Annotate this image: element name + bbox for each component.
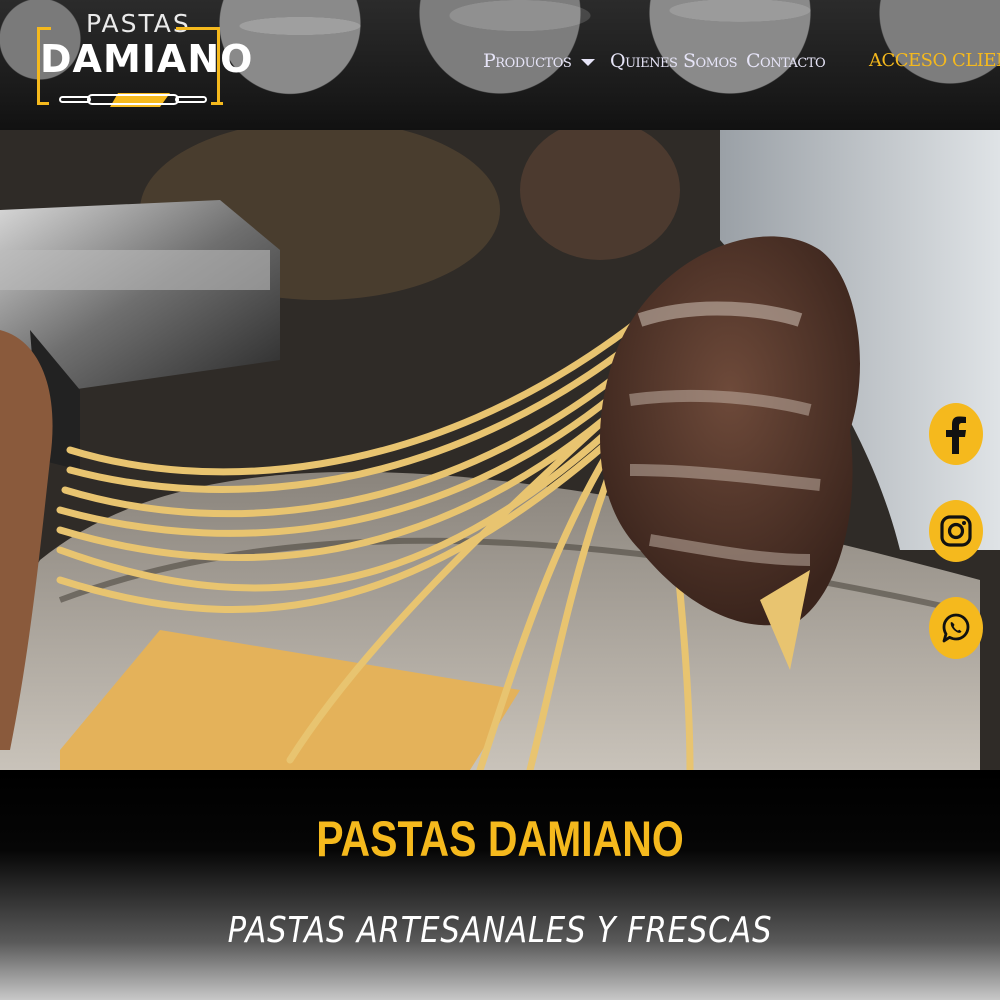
rolling-pin-icon [59, 93, 207, 107]
banner-subtitle: PASTAS ARTESANALES Y FRESCAS [227, 910, 773, 951]
site-header: PASTAS DAMIANO Productos Quienes Somos C… [0, 0, 1000, 130]
whatsapp-icon [942, 613, 970, 643]
hero-image [0, 130, 1000, 770]
facebook-icon [946, 416, 966, 454]
nav-contacto[interactable]: Contacto [746, 50, 826, 72]
nav-productos-label: Productos [483, 50, 572, 72]
nav-quienes-somos[interactable]: Quienes Somos [610, 50, 738, 72]
instagram-button[interactable] [929, 500, 983, 562]
banner-title: PASTAS DAMIANO [316, 811, 684, 867]
whatsapp-button[interactable] [929, 597, 983, 659]
nav-acceso-clientes[interactable]: ACCESO CLIENTES [869, 50, 1000, 71]
facebook-button[interactable] [929, 403, 983, 465]
hero-illustration [0, 130, 1000, 770]
logo-top-text: PASTAS [86, 9, 191, 38]
nav-productos[interactable]: Productos [483, 50, 596, 72]
instagram-icon [940, 515, 972, 547]
brand-banner [0, 770, 1000, 1000]
chevron-down-icon [581, 58, 596, 66]
main-nav: Productos Quienes Somos Contacto ACCESO … [0, 50, 1000, 84]
